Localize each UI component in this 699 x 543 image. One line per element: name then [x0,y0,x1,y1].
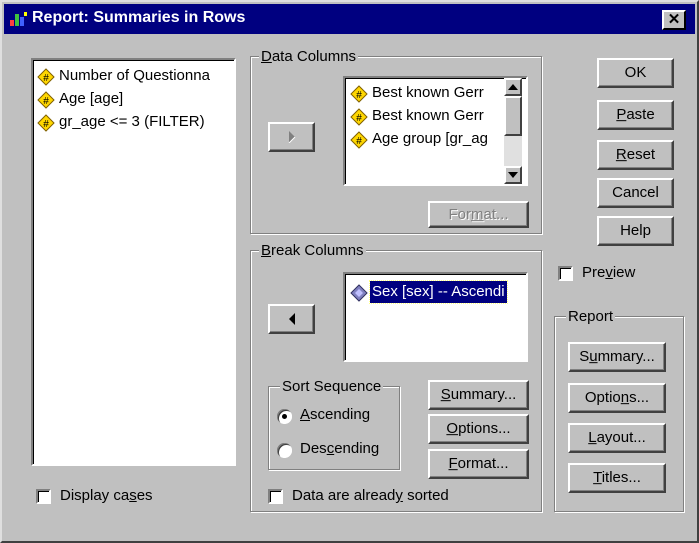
list-item-label: Number of Questionna [59,67,210,84]
svg-text:#: # [43,119,49,130]
arrow-left-icon [288,313,295,325]
scale-variable-icon: # [350,85,368,103]
reset-button[interactable]: Reset [597,140,674,170]
data-sorted-checkbox[interactable] [268,489,283,504]
vertical-scrollbar[interactable] [504,78,522,184]
scroll-down-button[interactable] [504,166,522,184]
window-title: Report: Summaries in Rows [32,9,246,26]
scale-variable-icon: # [37,91,55,109]
break-columns-label: Break Columns [259,242,366,259]
report-dialog: Report: Summaries in Rows ✕ # Number of … [0,0,699,543]
descending-radio[interactable] [277,443,292,458]
report-group-label: Report [566,308,616,325]
display-cases-checkbox[interactable] [36,489,51,504]
sort-sequence-group [268,386,400,470]
scale-variable-icon: # [37,68,55,86]
scale-variable-icon: # [350,108,368,126]
help-button[interactable]: Help [597,216,674,246]
cancel-button[interactable]: Cancel [597,178,674,208]
preview-label: Preview [582,264,636,281]
ascending-label: Ascending [300,406,371,423]
report-titles-button[interactable]: Titles... [568,463,666,493]
scroll-thumb[interactable] [504,96,522,136]
break-format-button[interactable]: Format... [428,449,529,479]
move-to-data-columns-button[interactable] [268,122,315,152]
scale-variable-icon: # [350,131,368,149]
move-from-break-columns-button[interactable] [268,304,315,334]
paste-button[interactable]: Paste [597,100,674,130]
scale-variable-icon: # [37,114,55,132]
svg-text:#: # [356,113,362,124]
sort-sequence-label: Sort Sequence [280,378,384,395]
list-item-label: Best known Gerr [372,107,484,124]
radio-dot [282,414,287,419]
report-layout-button[interactable]: Layout... [568,423,666,453]
nominal-variable-icon [350,284,368,302]
data-columns-list[interactable]: # Best known Gerr # Best known Gerr # Ag… [343,76,528,186]
preview-checkbox[interactable] [558,266,573,281]
app-icon [10,12,27,26]
break-columns-list[interactable]: Sex [sex] -- Ascendi [343,272,528,362]
report-options-button[interactable]: Options... [568,383,666,413]
data-format-button[interactable]: Format... [428,201,529,228]
data-sorted-label: Data are already sorted [292,487,449,504]
display-cases-label: Display cases [60,487,153,504]
svg-text:#: # [43,73,49,84]
list-item-label: Age group [gr_ag [372,130,488,147]
scroll-up-button[interactable] [504,78,522,96]
report-summary-button[interactable]: Summary... [568,342,666,372]
break-summary-button[interactable]: Summary... [428,380,529,410]
ok-button[interactable]: OK [597,58,674,88]
ascending-radio[interactable] [277,409,292,424]
svg-text:#: # [356,136,362,147]
data-columns-label: Data Columns [259,48,359,65]
svg-text:#: # [356,90,362,101]
arrow-right-icon [288,131,295,143]
break-options-button[interactable]: Options... [428,414,529,444]
list-item-label: Best known Gerr [372,84,484,101]
list-item-label: Age [age] [59,90,124,107]
title-bar[interactable]: Report: Summaries in Rows ✕ [4,4,695,34]
list-item-label: gr_age <= 3 (FILTER) [59,113,205,130]
list-item-label: Sex [sex] -- Ascendi [369,280,508,304]
arrow-down-icon [508,172,518,178]
close-button[interactable]: ✕ [662,10,686,30]
descending-label: Descending [300,440,380,457]
close-icon: ✕ [667,11,681,28]
arrow-up-icon [508,84,518,90]
svg-text:#: # [43,96,49,107]
source-variable-list[interactable]: # Number of Questionna # Age [age] # gr_… [31,58,236,466]
